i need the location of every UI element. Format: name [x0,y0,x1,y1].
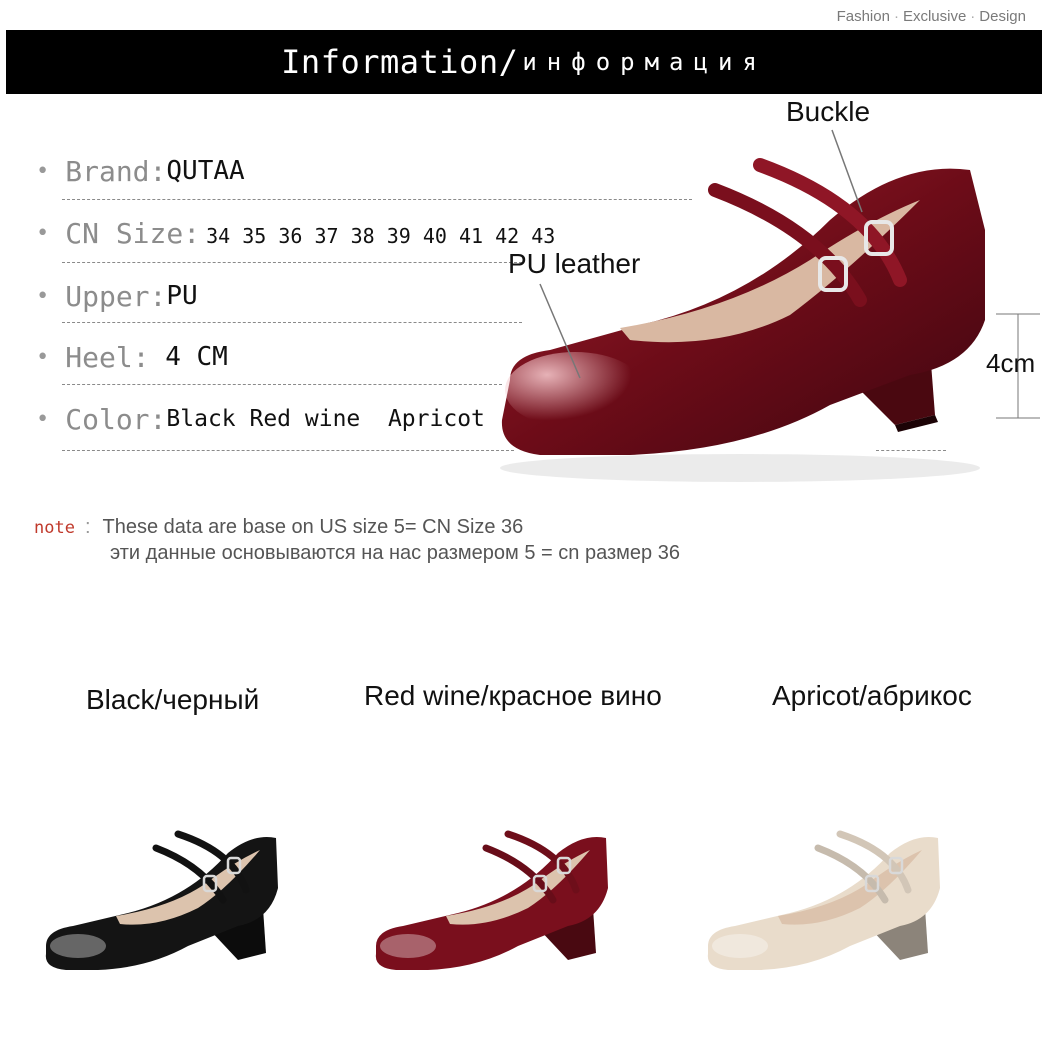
color-label-apricot: Apricot/абрикос [772,680,972,711]
color-label-black: Black/черный [86,684,260,715]
color-label-red-wine: Red wine/красное вино [364,680,662,711]
size-note: note: These data are base on US size 5= C… [34,516,523,539]
note-colon: : [84,516,91,538]
shoe-shine [712,934,768,958]
shoe-shine [380,934,436,958]
heel-height-callout: 4cm [986,348,1036,378]
buckle-callout: Buckle [786,96,871,127]
note-tag: note [34,518,75,538]
shoe-image-black [45,830,279,970]
note-text-ru: эти данные основываются на нас размером … [110,542,680,564]
note-text-en: These data are base on US size 5= CN Siz… [102,516,524,538]
shoe-image-apricot [707,830,940,970]
shoe-image-red-wine [375,830,608,970]
pu-leather-callout: PU leather [508,248,641,279]
shoe-shine [50,934,106,958]
